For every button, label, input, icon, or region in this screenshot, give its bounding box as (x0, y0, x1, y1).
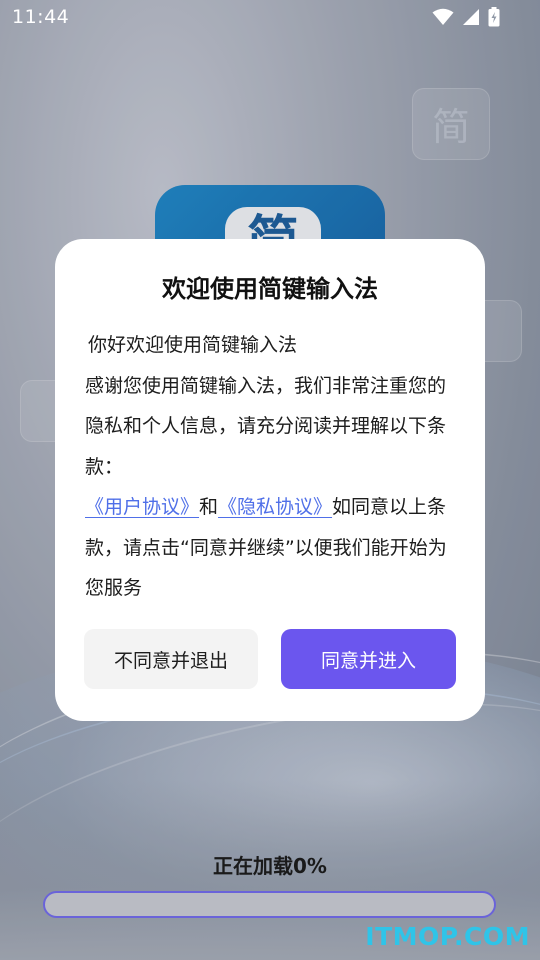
and-text: 和 (199, 496, 219, 518)
intro-text: 感谢您使用简键输入法，我们非常注重您的隐私和个人信息，请充分阅读并理解以下条款： (85, 374, 447, 478)
privacy-agreement-link[interactable]: 《隐私协议》 (218, 496, 332, 518)
loading-progress-bar (43, 891, 496, 918)
loading-label: 正在加载0% (213, 854, 327, 878)
dialog-body: 你好欢迎使用简键输入法 感谢您使用简键输入法，我们非常注重您的隐私和个人信息，请… (85, 325, 460, 609)
user-agreement-link[interactable]: 《用户协议》 (85, 496, 199, 518)
decline-exit-button[interactable]: 不同意并退出 (84, 629, 258, 689)
status-icons (432, 7, 500, 31)
privacy-consent-dialog: 欢迎使用简键输入法 你好欢迎使用简键输入法 感谢您使用简键输入法，我们非常注重您… (55, 239, 485, 721)
dialog-title: 欢迎使用简键输入法 (162, 275, 378, 303)
watermark-text: ITMOP.COM (365, 922, 530, 951)
agreement-paragraph: 《用户协议》和《隐私协议》如同意以上条款，请点击“同意并继续”以便我们能开始为您… (85, 487, 460, 609)
greeting-text: 你好欢迎使用简键输入法 (88, 334, 298, 356)
wifi-icon (432, 8, 454, 30)
status-time: 11:44 (12, 6, 70, 28)
battery-charging-icon (488, 7, 500, 31)
agree-enter-button[interactable]: 同意并进入 (281, 629, 456, 689)
status-bar: 11:44 (0, 0, 540, 36)
cell-signal-icon (462, 8, 480, 30)
